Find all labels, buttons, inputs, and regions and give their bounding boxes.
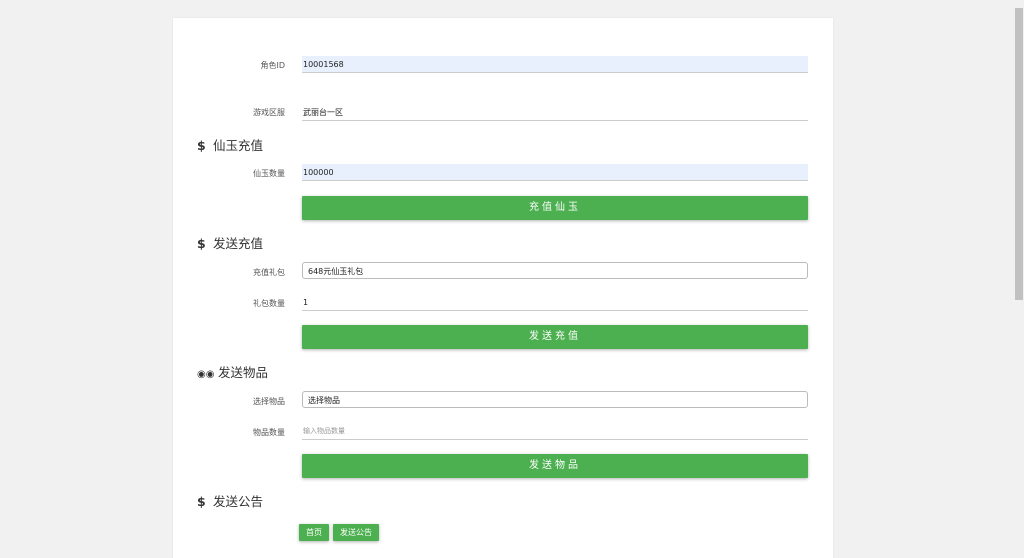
jade-heading: $ 仙玉充值 xyxy=(197,135,263,154)
home-button[interactable]: 首页 xyxy=(299,524,329,541)
jade-qty-label: 仙玉数量 xyxy=(253,169,285,178)
dollar-icon: $ xyxy=(197,494,206,509)
scrollbar[interactable] xyxy=(1014,0,1024,552)
jade-qty-input[interactable]: 100000 xyxy=(302,164,808,181)
item-select[interactable]: 选择物品 xyxy=(302,391,808,408)
jade-heading-text: 仙玉充值 xyxy=(213,138,264,153)
pack-select[interactable]: 648元仙玉礼包 xyxy=(302,262,808,279)
notice-heading: $ 发送公告 xyxy=(197,491,263,510)
form-card: 角色ID 10001568 游戏区服 武丽台一区 $ 仙玉充值 仙玉数量 1000… xyxy=(173,18,833,558)
item-select-label: 选择物品 xyxy=(253,397,285,406)
dollar-icon: $ xyxy=(197,138,206,153)
gamepad-icon: ◉◉ xyxy=(197,369,215,380)
pack-qty-label: 礼包数量 xyxy=(253,299,285,308)
role-id-input[interactable]: 10001568 xyxy=(302,56,808,73)
recharge-heading-text: 发送充值 xyxy=(213,236,264,251)
notice-heading-text: 发送公告 xyxy=(213,494,264,509)
pack-label: 充值礼包 xyxy=(253,268,285,277)
scrollbar-thumb[interactable] xyxy=(1015,8,1023,300)
send-recharge-button[interactable]: 发送充值 xyxy=(302,325,808,349)
send-items-button[interactable]: 发送物品 xyxy=(302,454,808,478)
items-heading-text: 发送物品 xyxy=(218,365,269,380)
send-notice-button[interactable]: 发送公告 xyxy=(333,524,379,541)
server-label: 游戏区服 xyxy=(253,108,285,117)
recharge-heading: $ 发送充值 xyxy=(197,233,263,252)
recharge-jade-button[interactable]: 充值仙玉 xyxy=(302,196,808,220)
role-id-label: 角色ID xyxy=(260,61,285,70)
item-qty-input[interactable]: 输入物品数量 xyxy=(302,423,808,440)
dollar-icon: $ xyxy=(197,236,206,251)
pack-qty-input[interactable]: 1 xyxy=(302,294,808,311)
server-input[interactable]: 武丽台一区 xyxy=(302,104,808,121)
items-heading: ◉◉ 发送物品 xyxy=(197,362,268,381)
item-qty-label: 物品数量 xyxy=(253,428,285,437)
